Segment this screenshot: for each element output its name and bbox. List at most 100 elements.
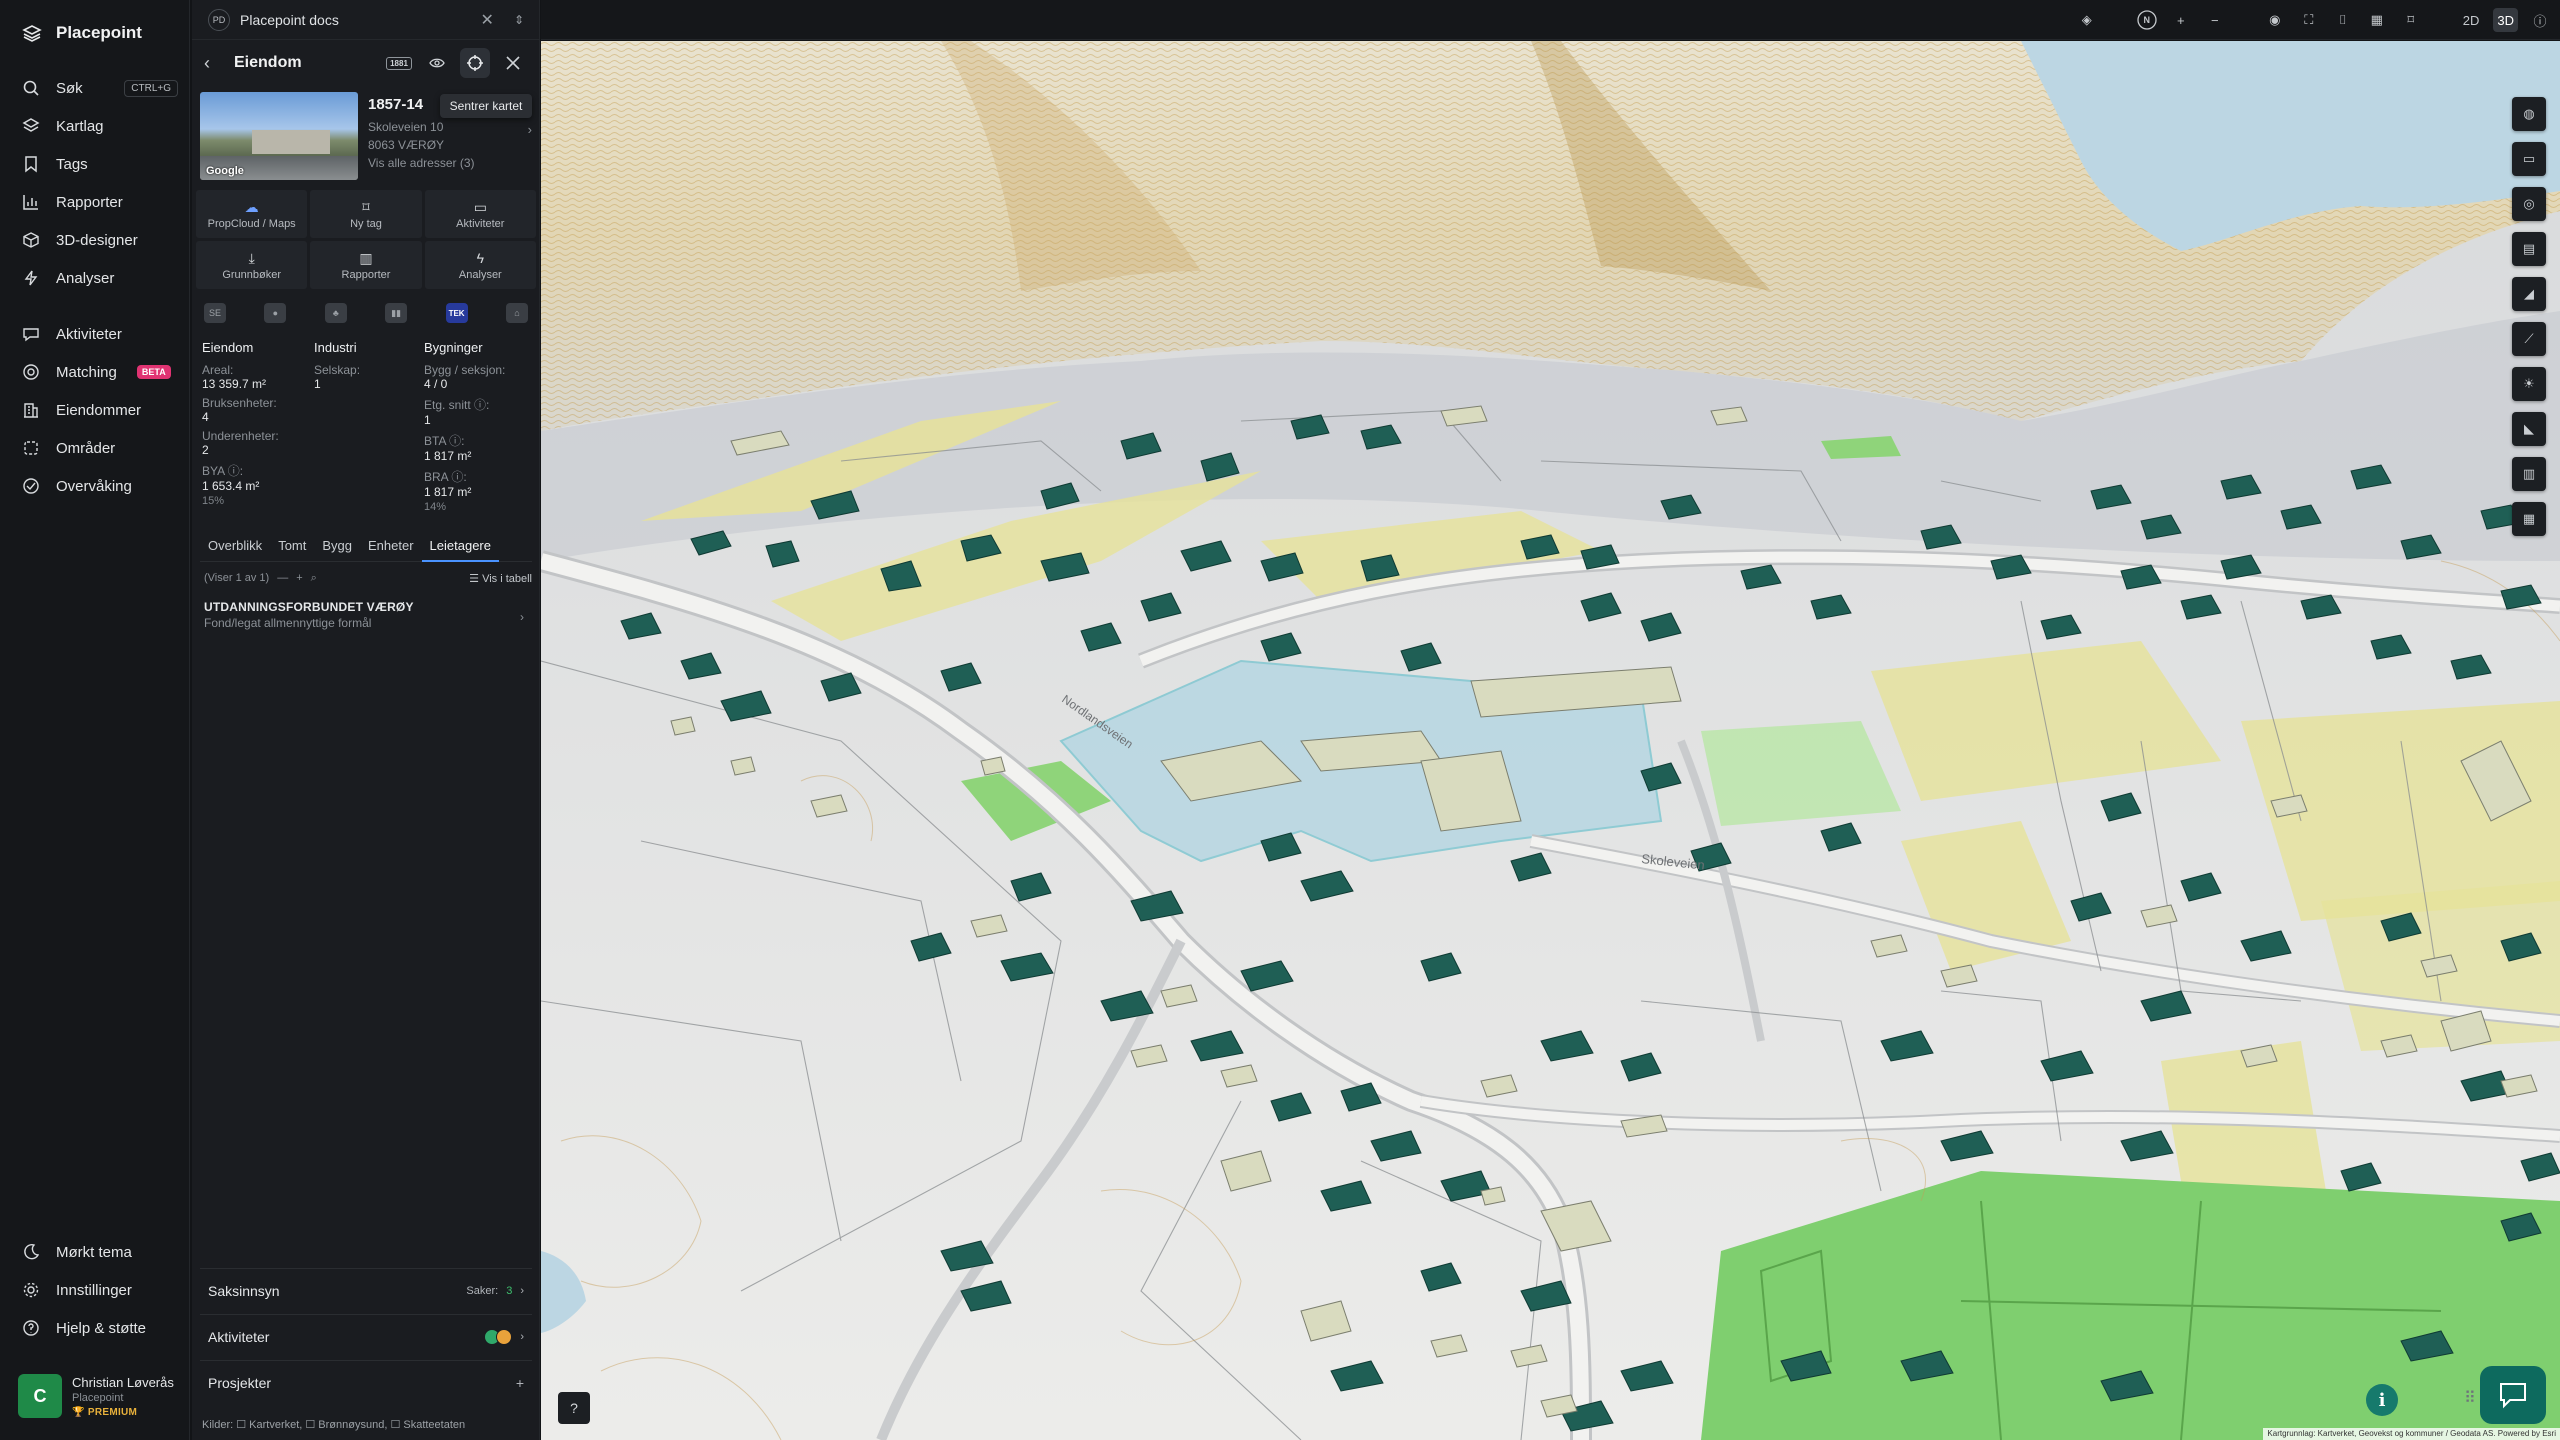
section-prosjekter[interactable]: Prosjekter + (200, 1360, 532, 1404)
drag-handle-icon[interactable]: ⠿ (2464, 1388, 2476, 1408)
user-name: Christian Løverås (72, 1374, 174, 1390)
chat-support-button[interactable] (2480, 1366, 2546, 1424)
grid-layer-icon[interactable]: ▦ (2512, 502, 2546, 536)
plus-icon[interactable]: + (516, 1375, 524, 1391)
plus-icon[interactable]: + (296, 572, 302, 584)
nav-item-settings[interactable]: Innstillinger (22, 1276, 178, 1304)
nav-item-rapporter[interactable]: Rapporter (22, 188, 178, 216)
tab-leietagere[interactable]: Leietagere (421, 534, 499, 562)
nav-item-matching[interactable]: Matching BETA (22, 358, 178, 386)
nav-item-help[interactable]: Hjelp & støtte (22, 1314, 178, 1342)
land-registry-button[interactable]: ⤓ Grunnbøker (196, 241, 308, 289)
doc-title[interactable]: Placepoint docs (240, 12, 339, 28)
section-saksinnsyn[interactable]: Saksinnsyn Saker: 3 › (200, 1268, 532, 1312)
nav-item-label: Søk (56, 79, 83, 97)
info-icon[interactable]: i (2366, 1384, 2398, 1416)
map-canvas[interactable]: Skoleveien Nordlandsveien (541, 41, 2560, 1440)
action-label: Ny tag (350, 217, 382, 230)
compass-button[interactable]: N (2135, 8, 2159, 32)
globe-layer-icon[interactable]: ◍ (2512, 97, 2546, 131)
nav-item-3d-designer[interactable]: 3D-designer (22, 226, 178, 254)
nav-item-label: Eiendommer (56, 401, 142, 419)
tab-tomt[interactable]: Tomt (270, 534, 314, 562)
nav-item-aktiviteter[interactable]: Aktiviteter (22, 320, 178, 348)
brand[interactable]: Placepoint (22, 20, 142, 46)
search-icon[interactable]: ⌕ (311, 572, 317, 585)
shadow-icon[interactable]: ◣ (2512, 412, 2546, 446)
zoom-out-icon[interactable]: − (2203, 8, 2227, 32)
profile-icon[interactable]: ⟋ (2512, 322, 2546, 356)
sun-icon[interactable]: ☀ (2512, 367, 2546, 401)
fullscreen-icon[interactable]: ⛶ (2297, 8, 2321, 32)
tab-overblikk[interactable]: Overblikk (200, 534, 270, 562)
directory-1881-badge: 1881 (386, 56, 412, 70)
nav-item-dark-theme[interactable]: Mørkt tema (22, 1238, 178, 1266)
source-globe-icon[interactable]: ● (264, 303, 287, 323)
header-actions: 1881 (384, 48, 528, 78)
user-card[interactable]: C Christian Løverås Placepoint 🏆 PREMIUM (18, 1368, 186, 1424)
back-arrow-icon[interactable]: ‹ (204, 53, 228, 74)
placepoint-logo-icon (22, 25, 42, 42)
elevation-icon[interactable]: ◢ (2512, 277, 2546, 311)
nav-item-analyser[interactable]: Analyser (22, 264, 178, 292)
street-view-photo[interactable]: Google (200, 92, 358, 180)
map-view[interactable]: Skoleveien Nordlandsveien ◍ ▭ ◎ ▤ ◢ ⟋ ☀ … (541, 41, 2560, 1440)
view-2d-button[interactable]: 2D (2459, 8, 2484, 32)
nav-item-eiendommer[interactable]: Eiendommer (22, 396, 178, 424)
property-stats: Eiendom Areal: 13 359.7 m² Bruksenheter:… (202, 340, 532, 518)
nav-item-overvaking[interactable]: Overvåking (22, 472, 178, 500)
new-tag-button[interactable]: ⌑ Ny tag (310, 190, 422, 238)
list-item[interactable]: UTDANNINGSFORBUNDET VÆRØY Fond/legat all… (204, 600, 532, 640)
collapse-icon[interactable]: — (277, 572, 288, 584)
reports-button[interactable]: ▥ Rapporter (310, 241, 422, 289)
map-toolbar: ◈ N + − ◉ ⛶ ⌷ ▦ ⌑ 2D 3D ⓘ (541, 0, 2560, 40)
nav-item-label: Kartlag (56, 117, 104, 135)
source-house-icon[interactable]: ⌂ (505, 303, 528, 323)
scan-icon[interactable]: ◎ (2512, 187, 2546, 221)
zoom-in-icon[interactable]: + (2169, 8, 2193, 32)
tenant-type: Fond/legat allmennyttige formål (204, 616, 372, 630)
directory-1881-button[interactable]: 1881 (384, 48, 414, 78)
info-circle-icon[interactable]: ⓘ (2528, 8, 2552, 32)
building-height-icon[interactable]: ▥ (2512, 457, 2546, 491)
brand-title: Placepoint (56, 23, 142, 42)
chart-icon[interactable]: ▤ (2512, 232, 2546, 266)
camera-icon[interactable]: ⌷ (2331, 8, 2355, 32)
propcloud-button[interactable]: ☁ PropCloud / Maps (196, 190, 308, 238)
show-table-button[interactable]: ☰ Vis i tabell (469, 572, 532, 585)
view-3d-button[interactable]: 3D (2493, 8, 2518, 32)
chevron-right-icon: › (520, 610, 524, 624)
nav-item-label: Matching (56, 363, 117, 381)
chevron-updown-icon[interactable]: ⇕ (514, 13, 524, 27)
source-se-icon[interactable]: SE (204, 303, 226, 323)
panel-header: ‹ Eiendom 1881 (192, 46, 540, 80)
source-tree-icon[interactable]: ♣ (324, 303, 347, 323)
map-right-toolbar: ◍ ▭ ◎ ▤ ◢ ⟋ ☀ ◣ ▥ ▦ (2512, 97, 2546, 536)
all-addresses-link[interactable]: Vis alle adresser (3) (368, 156, 475, 170)
section-aktiviteter[interactable]: Aktiviteter › (200, 1314, 532, 1358)
nav-item-search[interactable]: Søk CTRL+G (22, 74, 178, 102)
close-icon[interactable]: ✕ (481, 10, 494, 30)
eye-icon[interactable]: ◉ (2263, 8, 2287, 32)
tab-enheter[interactable]: Enheter (360, 534, 422, 562)
grid-icon[interactable]: ▦ (2365, 8, 2389, 32)
activities-button[interactable]: ▭ Aktiviteter (424, 190, 536, 238)
bookmark-icon[interactable]: ⌑ (2399, 8, 2423, 32)
center-map-button[interactable] (460, 48, 490, 78)
analyses-button[interactable]: ϟ Analyser (424, 241, 536, 289)
measure-icon[interactable]: ▭ (2512, 142, 2546, 176)
layers-stack-icon[interactable]: ◈ (2075, 8, 2099, 32)
map-help-button[interactable]: ? (558, 1392, 590, 1424)
nav-item-omrader[interactable]: Områder (22, 434, 178, 462)
tab-bygg[interactable]: Bygg (314, 534, 360, 562)
nav-item-kartlag[interactable]: Kartlag (22, 112, 178, 140)
chevron-right-icon[interactable]: › (528, 122, 532, 137)
eye-icon[interactable] (422, 48, 452, 78)
source-tek-icon[interactable]: TEK (445, 303, 468, 323)
gear-icon (23, 1282, 39, 1298)
plan-label: PREMIUM (87, 1406, 138, 1418)
close-panel-icon[interactable] (498, 48, 528, 78)
nav-item-tags[interactable]: Tags (22, 150, 178, 178)
nav-item-label: Områder (56, 439, 116, 457)
source-bars-icon[interactable]: ▮▮ (385, 303, 408, 323)
